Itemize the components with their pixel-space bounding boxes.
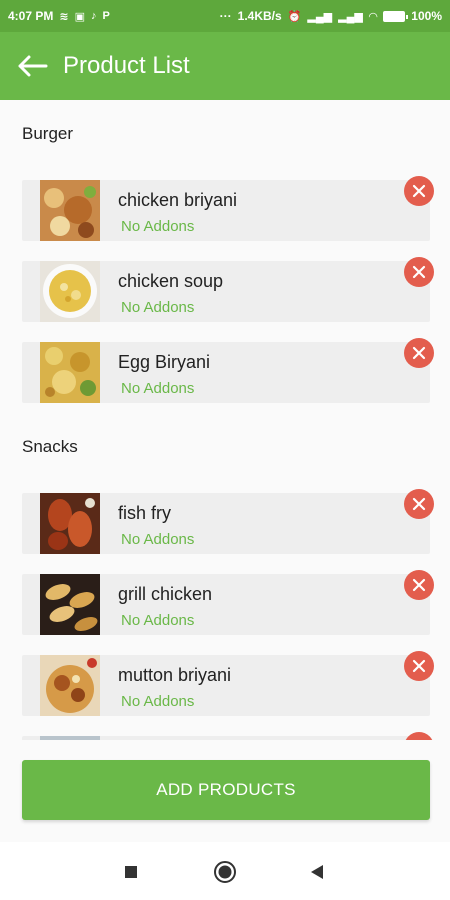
alarm-icon: ⏰ [287, 10, 302, 23]
remove-button[interactable] [404, 338, 434, 368]
product-name: mutton briyani [118, 665, 232, 685]
add-products-button[interactable]: ADD PRODUCTS [22, 760, 430, 820]
product-card[interactable]: grill chicken No Addons [22, 574, 430, 635]
product-addons: No Addons [121, 299, 195, 316]
product-image [40, 342, 100, 403]
nav-back-button[interactable] [302, 857, 332, 887]
app-bar: Product List [0, 32, 450, 100]
remove-button[interactable] [404, 176, 434, 206]
notification-icon: ▣ [74, 10, 85, 23]
product-card[interactable]: chicken briyani No Addons [22, 180, 430, 241]
remove-button[interactable] [404, 651, 434, 681]
remove-button[interactable] [404, 732, 434, 740]
product-addons: No Addons [121, 612, 195, 629]
recents-square-icon [125, 866, 137, 878]
product-image [40, 574, 100, 635]
product-name: fish fry [118, 503, 172, 523]
home-circle-icon [214, 861, 236, 883]
product-name: Egg Biryani [118, 352, 211, 372]
battery-level: 100% [411, 9, 442, 23]
close-icon [412, 184, 426, 198]
product-card[interactable]: Egg Biryani No Addons [22, 342, 430, 403]
product-image [40, 655, 100, 716]
wifi-hotspot-icon: ≋ [59, 10, 69, 23]
wifi-icon: ◠ [368, 10, 378, 23]
back-button[interactable] [6, 40, 58, 92]
product-image [40, 180, 100, 241]
product-name: grill chicken [118, 584, 213, 604]
product-addons: No Addons [121, 693, 195, 710]
product-image [40, 493, 100, 554]
section-header-burger: Burger [22, 124, 74, 143]
product-addons: No Addons [121, 218, 195, 235]
battery-icon [383, 10, 409, 22]
product-addons: No Addons [121, 531, 195, 548]
product-card[interactable]: mutton briyani No Addons [22, 655, 430, 716]
product-image [40, 261, 100, 322]
remove-button[interactable] [404, 489, 434, 519]
close-icon [412, 265, 426, 279]
paytm-icon: P [102, 10, 110, 22]
close-icon [412, 497, 426, 511]
product-name: chicken soup [118, 271, 224, 291]
signal-icon: ▂▄▆ [307, 10, 333, 23]
product-addons: No Addons [121, 380, 195, 397]
home-button[interactable] [209, 856, 241, 888]
page-title: Product List [63, 52, 190, 79]
signal-2-icon: ▂▄▆ [338, 10, 363, 23]
product-card[interactable]: fish fry No Addons [22, 493, 430, 554]
product-card-partial[interactable] [22, 736, 430, 740]
back-triangle-icon [311, 865, 323, 879]
recents-button[interactable] [116, 857, 146, 887]
section-header-snacks: Snacks [22, 437, 78, 456]
close-icon [412, 659, 426, 673]
tiktok-icon: ♪ [90, 10, 97, 22]
system-nav-bar [0, 842, 450, 900]
close-icon [412, 578, 426, 592]
product-card[interactable]: chicken soup No Addons [22, 261, 430, 322]
status-bar: 4:07 PM ≋ ▣ ♪ P ··· 1.4KB/s ⏰ ▂▄▆ ▂▄▆ ◠ … [0, 0, 450, 32]
arrow-left-icon [18, 55, 48, 77]
remove-button[interactable] [404, 257, 434, 287]
more-icon: ··· [219, 9, 232, 23]
remove-button[interactable] [404, 570, 434, 600]
net-speed: 1.4KB/s [237, 9, 282, 23]
product-image [40, 736, 100, 740]
product-list[interactable]: Burger chicken briyani No Addons chicken… [0, 100, 450, 740]
status-time: 4:07 PM [8, 9, 54, 23]
product-name: chicken briyani [118, 190, 238, 210]
close-icon [412, 346, 426, 360]
